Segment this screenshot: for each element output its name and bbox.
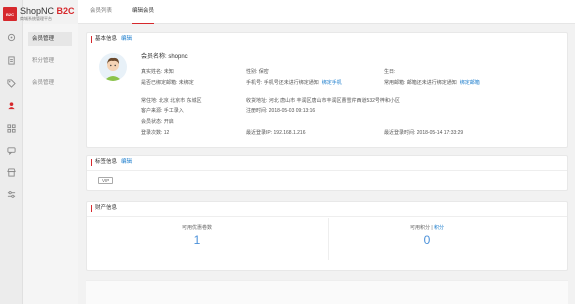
- gender: 性别: 保密: [246, 69, 269, 75]
- basic-info-title: 基本信息 编辑: [91, 36, 132, 43]
- points-value: 0: [423, 233, 431, 247]
- vip-tag: VIP: [98, 177, 114, 184]
- chat-icon[interactable]: [6, 145, 16, 155]
- basic-info-panel: 基本信息 编辑 会员名称: shopnc 真实姓名: 未知 性别: 保密 生日: …: [86, 32, 568, 148]
- logo[interactable]: B2C ShopNC B2C 商城系统管理平台: [3, 3, 75, 25]
- login-count: 登录次数: 12: [141, 130, 170, 136]
- submenu-item-member-manage-2[interactable]: 会员管理: [28, 76, 72, 90]
- submenu-item-member-manage[interactable]: 会员管理: [28, 32, 72, 46]
- tags-edit-link[interactable]: 编辑: [121, 159, 132, 165]
- tags-title: 标签信息 编辑: [91, 159, 132, 166]
- email-bound-status: 是否已绑定邮箱: 未绑定: [141, 80, 194, 86]
- real-name: 真实姓名: 未知: [141, 69, 174, 75]
- shop-icon[interactable]: [6, 167, 16, 177]
- sub-menu: 会员管理 积分管理 会员管理: [23, 24, 78, 304]
- avatar: [99, 53, 127, 81]
- member-icon[interactable]: [6, 100, 16, 110]
- document-icon[interactable]: [6, 55, 16, 65]
- logo-title: ShopNC B2C: [20, 6, 75, 16]
- tab-member-list[interactable]: 会员列表: [90, 6, 112, 24]
- points-label: 可用积分 | 积分: [409, 225, 445, 231]
- birthday: 生日:: [384, 69, 396, 75]
- logo-badge: B2C: [3, 7, 17, 21]
- coupons-value: 1: [193, 233, 201, 247]
- region: 常住地: 北京 北京市 东城区: [141, 98, 202, 104]
- register-time: 注册时间: 2018-05-03 09:13:16: [246, 108, 316, 114]
- coupons-label: 可用优惠卷数: [181, 225, 212, 231]
- bind-mobile-link[interactable]: 绑定手机: [322, 80, 342, 86]
- top-tabs: 会员列表 编辑会员: [78, 0, 575, 24]
- tab-edit-member[interactable]: 编辑会员: [132, 6, 155, 24]
- member-status: 会员状态: 开启: [141, 119, 174, 125]
- dashboard-icon[interactable]: [6, 32, 16, 42]
- logo-subtitle: 商城系统管理平台: [20, 16, 52, 21]
- faded-next-panel: [86, 280, 568, 304]
- customer-source: 客户来源: 手工录入: [141, 108, 184, 114]
- assets-title: 财产信息: [91, 205, 117, 212]
- mobile-field: 手机号: 手机号还未进行绑定通知 绑定手机: [246, 80, 342, 86]
- settings-icon[interactable]: [6, 189, 16, 199]
- points-link[interactable]: 积分: [434, 225, 444, 231]
- shipping-address: 收货地址: 河北 唐山市 丰润区唐山市丰润区曹雪芹西道532号梓和小区: [246, 98, 400, 104]
- points-stat: 可用积分 | 积分 0: [397, 224, 457, 247]
- assets-panel: 财产信息 可用优惠卷数 1 可用积分 | 积分 0: [86, 201, 568, 271]
- common-email-field: 常用邮箱: 邮箱还未进行绑定通知 绑定邮箱: [384, 80, 480, 86]
- bind-email-link[interactable]: 绑定邮箱: [460, 80, 480, 86]
- basic-edit-link[interactable]: 编辑: [121, 36, 132, 42]
- last-login-ip: 最近登录IP: 192.168.1.216: [246, 130, 306, 136]
- submenu-item-points[interactable]: 积分管理: [28, 54, 72, 68]
- member-name: 会员名称: shopnc: [141, 54, 188, 60]
- last-login-time: 最近登录时间: 2018-05-14 17:33:29: [384, 130, 464, 136]
- tags-panel: 标签信息 编辑 VIP: [86, 155, 568, 191]
- coupons-stat: 可用优惠卷数 1: [167, 224, 227, 247]
- grid-icon[interactable]: [6, 123, 16, 133]
- tag-icon[interactable]: [6, 78, 16, 88]
- left-icon-rail: [0, 0, 23, 304]
